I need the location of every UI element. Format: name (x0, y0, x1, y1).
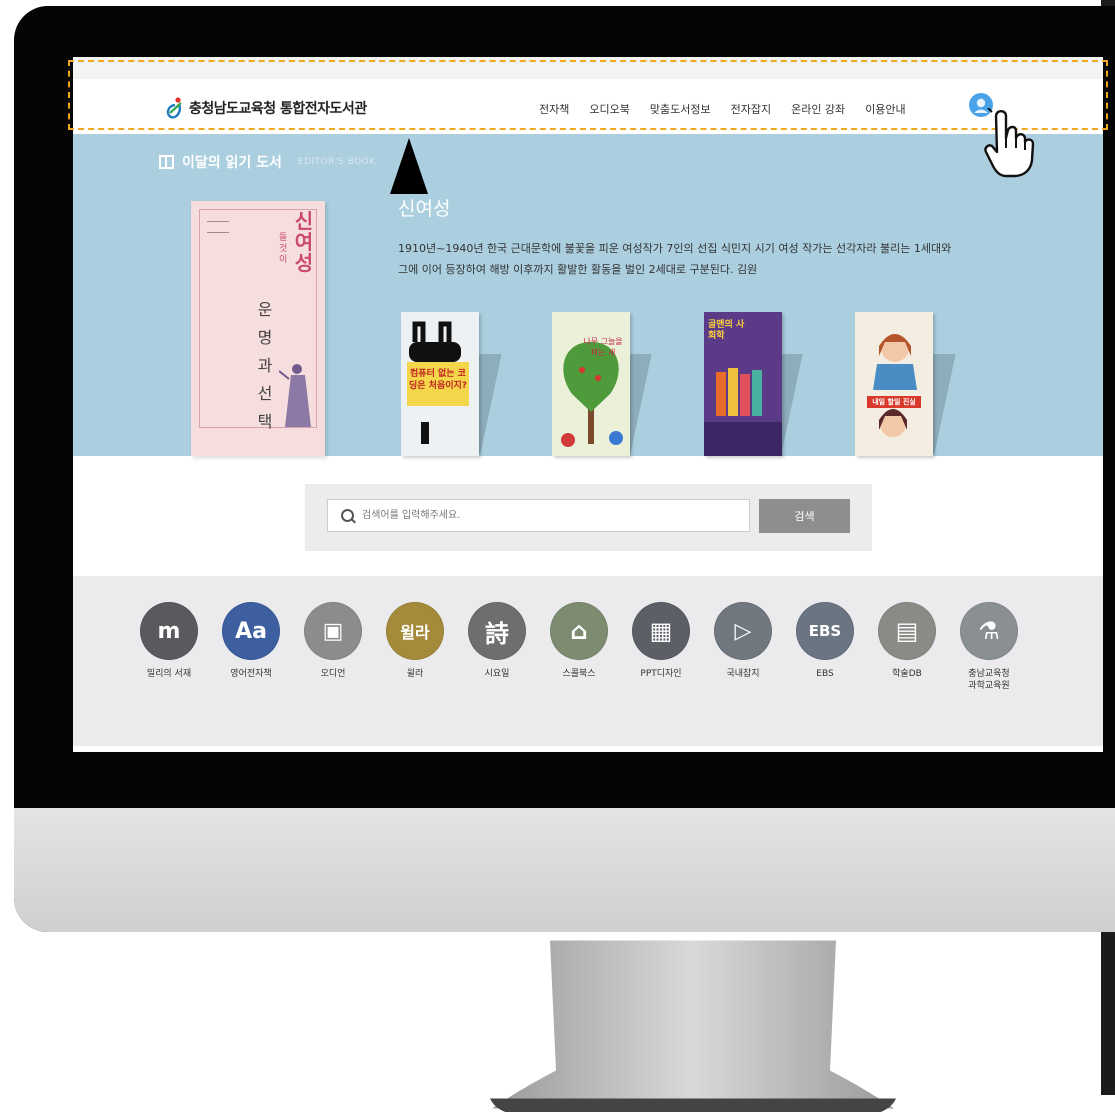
main-book-cover[interactable]: 신여성 들 것 이 운명과 선택 (191, 201, 325, 456)
service-audien[interactable]: ▣ 오디언 (293, 602, 373, 680)
microscope-icon: ⚗ (960, 602, 1018, 660)
featured-book-description: 1910년~1940년 한국 근대문학에 불꽃을 피운 여성작가 7인의 선집 … (398, 242, 952, 276)
service-label: 시요일 (484, 669, 510, 679)
play-icon: ▷ (714, 602, 772, 660)
search-button[interactable]: 검색 (759, 499, 850, 533)
book-2-title: 나무 그늘을 파는 새 (583, 337, 623, 357)
service-science-education[interactable]: ⚗ 충남교육청 과학교육원 (949, 602, 1029, 692)
screen: 충청남도교육청 통합전자도서관 전자책 오디오북 맞춤도서정보 전자잡지 온라인… (73, 57, 1103, 752)
service-school-books[interactable]: ⌂ 스콜북스 (539, 602, 619, 680)
book-1-title: 컴퓨터 없는 코딩은 처음이지? (408, 369, 468, 391)
service-label: 밀리의 서재 (146, 669, 192, 679)
recommended-book-4[interactable]: 내일 할일 진실 (855, 312, 933, 456)
cover-text-lines (207, 221, 229, 233)
grid-icon: ▦ (632, 602, 690, 660)
service-ppt-design[interactable]: ▦ PPT디자인 (621, 602, 701, 680)
section-title: 이달의 읽기 도서 EDITOR'S BOOK (159, 152, 376, 172)
service-label: 학술DB (892, 669, 922, 679)
english-ebook-icon: Aa (222, 602, 280, 660)
book-3-title: 골맨의 사회학 (708, 320, 745, 341)
service-welaaa[interactable]: 윌라 윌라 (375, 602, 455, 680)
database-icon: ▤ (878, 602, 936, 660)
service-label: 오디언 (320, 669, 346, 679)
main-book-small-title: 들 것 이 (279, 233, 288, 265)
monitor-stand (490, 940, 896, 1112)
service-label: 국내잡지 (726, 669, 760, 679)
search-input[interactable]: 검색어를 입력해주세요. (327, 499, 750, 532)
ebs-icon: EBS (796, 602, 854, 660)
millie-icon: m (140, 602, 198, 660)
service-millie[interactable]: m 밀리의 서재 (129, 602, 209, 680)
headphones-icon: ▣ (304, 602, 362, 660)
main-book-subtitle: 운명과 선택 (257, 300, 273, 431)
recommended-book-3[interactable]: 골맨의 사회학 (704, 312, 782, 456)
open-book-icon (159, 155, 174, 169)
featured-book-name: 신여성 (398, 198, 451, 220)
hand-cursor-icon (984, 108, 1035, 178)
service-label: 윌라 (406, 669, 424, 679)
service-academic-db[interactable]: ▤ 학술DB (867, 602, 947, 680)
monitor-chin (14, 808, 1115, 932)
service-label: 영어전자책 (230, 669, 272, 679)
service-label: 충남교육청 과학교육원 (968, 669, 1010, 691)
section-subtitle: EDITOR'S BOOK (297, 157, 376, 167)
service-siyoil[interactable]: 詩 시요일 (457, 602, 537, 680)
book-4-title: 내일 할일 진실 (872, 398, 916, 406)
school-icon: ⌂ (550, 602, 608, 660)
service-ebs[interactable]: EBS EBS (785, 602, 865, 680)
header-highlight-box (68, 60, 1108, 130)
service-english-ebook[interactable]: Aa 영어전자책 (211, 602, 291, 680)
recommended-book-1[interactable]: 컴퓨터 없는 코딩은 처음이지? (401, 312, 479, 456)
service-label: EBS (816, 669, 834, 679)
woman-illustration (279, 364, 311, 427)
service-label: PPT디자인 (640, 669, 682, 679)
pointer-arrow (390, 138, 428, 194)
services-bar: m 밀리의 서재 Aa 영어전자책 ▣ 오디언 윌라 윌라 詩 시요일 ⌂ 스콜… (73, 576, 1103, 746)
monthly-reading-section: 이달의 읽기 도서 EDITOR'S BOOK 신여성 들 것 이 운명과 선택… (73, 134, 1103, 456)
section-title-text: 이달의 읽기 도서 (182, 155, 282, 171)
recommended-book-2[interactable]: 나무 그늘을 파는 새 (552, 312, 630, 456)
service-domestic-magazine[interactable]: ▷ 국내잡지 (703, 602, 783, 680)
service-label: 스콜북스 (562, 669, 596, 679)
main-book-title: 신여성 (294, 209, 314, 275)
search-icon (341, 509, 354, 522)
poetry-icon: 詩 (468, 602, 526, 660)
welaaa-icon: 윌라 (386, 602, 444, 660)
